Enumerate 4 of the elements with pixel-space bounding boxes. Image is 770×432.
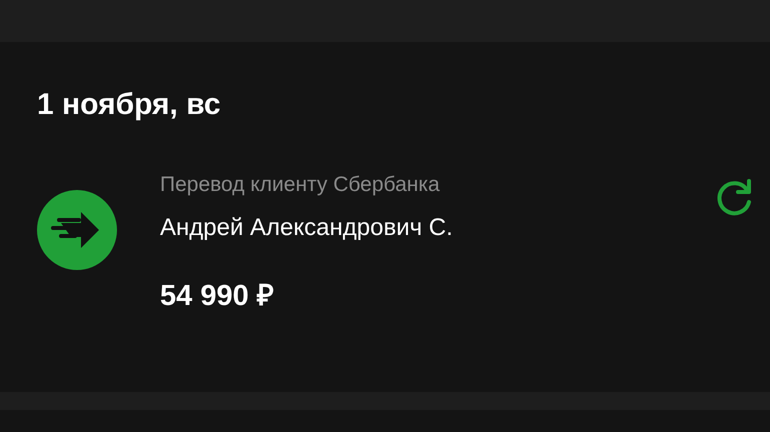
operation-type: Перевод клиенту Сбербанка [160, 172, 441, 198]
date-header: 1 ноября, вс [37, 88, 222, 122]
recipient-name: Андрей Александрович С. [160, 214, 454, 242]
amount: 54 990 ₽ [160, 280, 275, 312]
